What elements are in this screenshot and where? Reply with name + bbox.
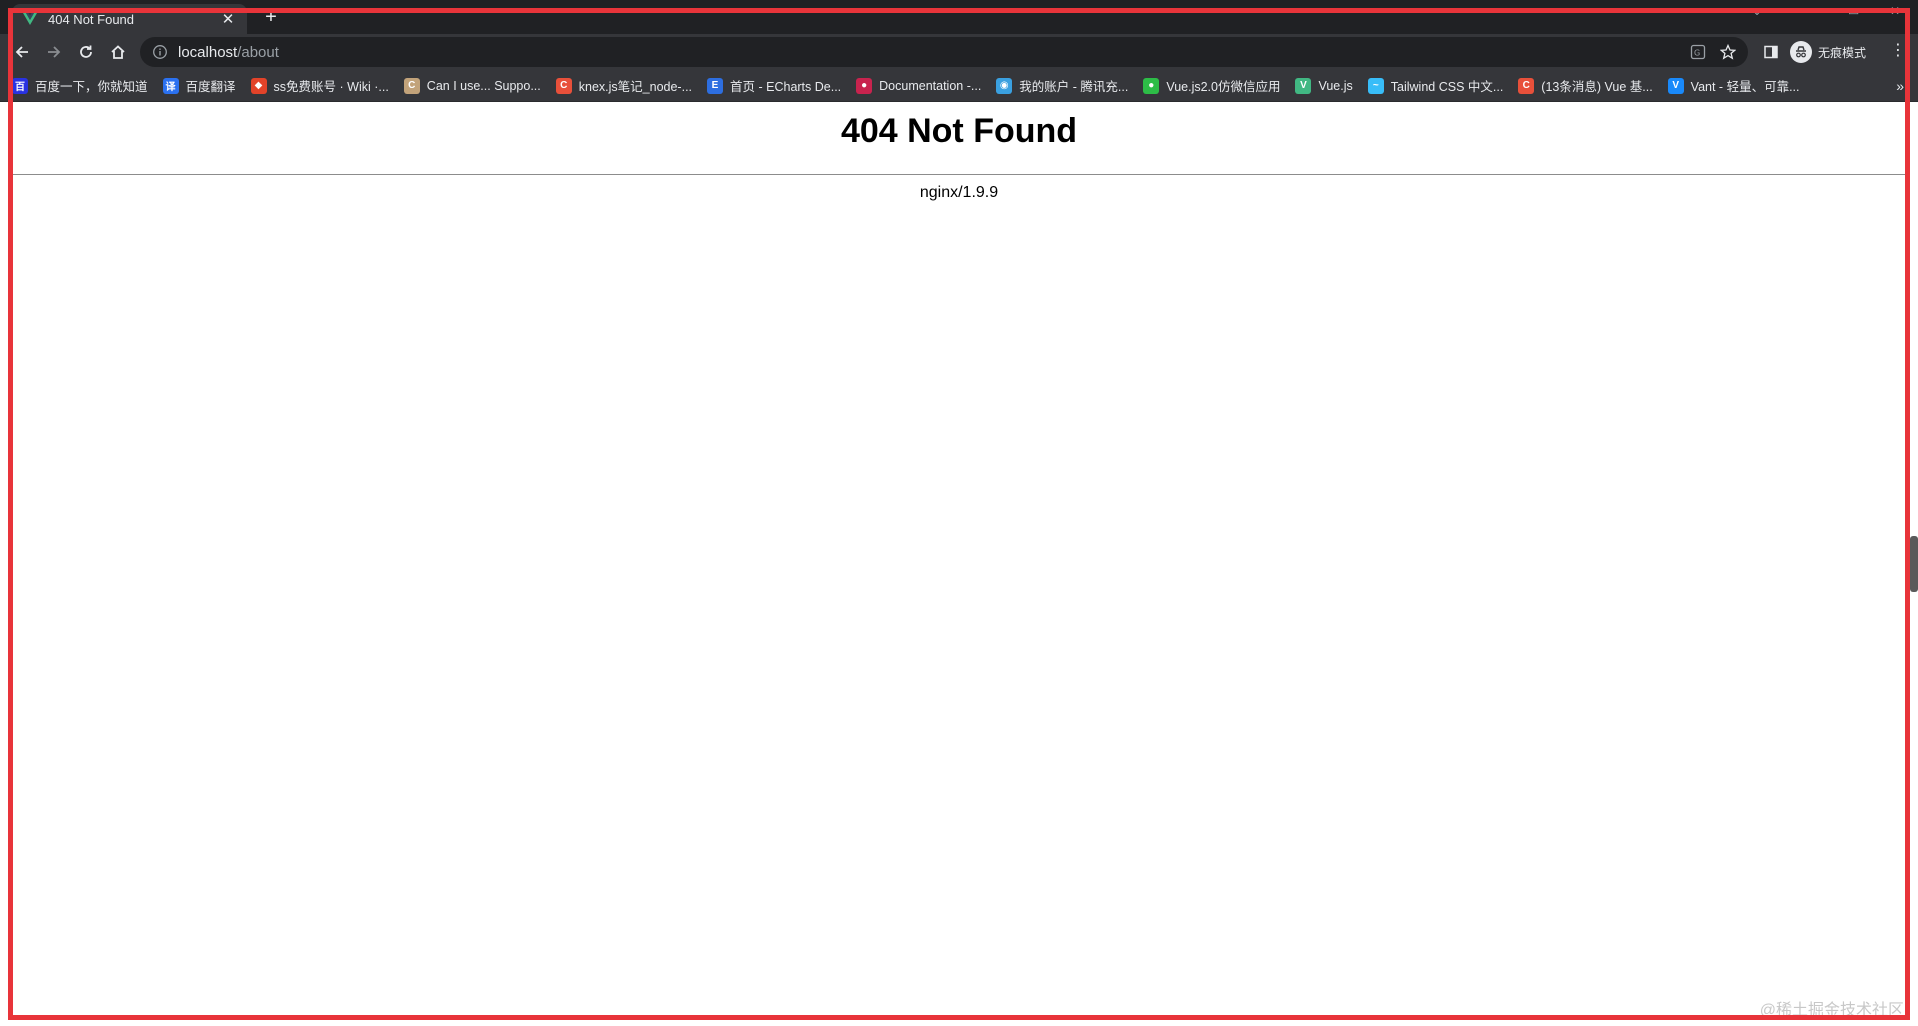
bookmark-label: (13条消息) Vue 基... xyxy=(1541,80,1653,94)
back-button[interactable] xyxy=(8,38,36,66)
reload-button[interactable] xyxy=(72,38,100,66)
server-signature: nginx/1.9.9 xyxy=(919,184,999,201)
bookmark-favicon-icon: C xyxy=(555,77,572,94)
bookmark-label: 百度一下，你就知道 xyxy=(35,80,148,94)
page-title: 404 Not Found xyxy=(840,112,1078,150)
site-info-icon[interactable] xyxy=(152,44,168,60)
forward-button[interactable] xyxy=(40,38,68,66)
bookmark-label: knex.js笔记_node-... xyxy=(578,80,693,94)
bookmark-item[interactable]: 译百度翻译 xyxy=(162,76,236,95)
bookmarks-overflow-icon[interactable]: » xyxy=(1896,78,1904,94)
bookmark-item[interactable]: ~ Tailwind CSS 中文... xyxy=(1367,76,1504,95)
bookmark-item[interactable]: ◉ 我的账户 - 腾讯充... xyxy=(996,76,1128,95)
browser-toolbar: localhost/about G 无痕模式 ⋮ xyxy=(0,34,1918,70)
home-icon xyxy=(111,45,125,59)
side-panel-icon xyxy=(1764,45,1778,59)
reload-icon xyxy=(80,45,92,58)
browser-menu-icon[interactable]: ⋮ xyxy=(1890,40,1906,60)
bookmark-label: 首页 - ECharts De... xyxy=(730,80,842,94)
tab-strip: 404 Not Found ✕ + ⌄ ▭ ✕ xyxy=(0,0,1918,34)
bookmark-label: Tailwind CSS 中文... xyxy=(1390,80,1504,94)
url-path: /about xyxy=(237,43,279,61)
bookmark-label: 我的账户 - 腾讯充... xyxy=(1019,80,1129,94)
bookmark-label: 百度翻译 xyxy=(185,80,236,94)
bookmark-item[interactable]: V Vue.js xyxy=(1295,77,1353,94)
bookmark-label: Can I use... Suppo... xyxy=(426,78,541,93)
page-content: 404 Not Found nginx/1.9.9 xyxy=(0,102,1918,1026)
bookmark-item[interactable]: ◆ ss免费账号 · Wiki ·... xyxy=(250,76,389,95)
tab-active[interactable]: 404 Not Found ✕ xyxy=(12,4,247,34)
forward-arrow-icon xyxy=(48,46,61,58)
bookmark-favicon-icon: ◉ xyxy=(996,77,1013,94)
restore-window-icon[interactable]: ▭ xyxy=(1848,4,1859,18)
browser-window: 404 Not Found ✕ + ⌄ ▭ ✕ localhost/about … xyxy=(0,0,1918,1026)
back-arrow-icon xyxy=(15,46,28,58)
bookmark-item[interactable]: V Vant - 轻量、可靠... xyxy=(1667,76,1800,95)
scrollbar-handle[interactable] xyxy=(1910,536,1918,592)
incognito-profile[interactable]: 无痕模式 xyxy=(1790,38,1866,66)
bookmark-label: ss免费账号 · Wiki ·... xyxy=(273,80,389,94)
bookmark-favicon-icon: E xyxy=(707,77,724,94)
url-host: localhost xyxy=(178,43,238,61)
tab-close-icon[interactable]: ✕ xyxy=(219,10,237,28)
bookmark-favicon-icon: ◆ xyxy=(250,77,267,94)
translate-icon[interactable]: G xyxy=(1690,44,1706,60)
svg-text:G: G xyxy=(1694,49,1700,58)
bookmark-favicon-icon: V xyxy=(1295,77,1312,94)
bookmark-item[interactable]: Cknex.js笔记_node-... xyxy=(555,76,693,95)
side-panel-button[interactable] xyxy=(1757,38,1785,66)
bookmark-favicon-icon: ~ xyxy=(1367,77,1384,94)
address-bar[interactable]: localhost/about G xyxy=(140,37,1748,67)
bookmark-favicon-icon: C xyxy=(1518,77,1535,94)
bookmark-item[interactable]: C (13条消息) Vue 基... xyxy=(1518,76,1653,95)
bookmark-item[interactable]: 百百度一下，你就知道 xyxy=(12,76,148,95)
tab-search-icon[interactable]: ⌄ xyxy=(1752,4,1762,18)
bookmark-label: Vue.js2.0仿微信应用 xyxy=(1166,80,1281,94)
close-window-icon[interactable]: ✕ xyxy=(1890,4,1900,18)
incognito-icon xyxy=(1790,41,1812,63)
bookmark-item[interactable]: E 首页 - ECharts De... xyxy=(707,76,841,95)
bookmark-label: Vant - 轻量、可靠... xyxy=(1690,80,1800,94)
bookmark-favicon-icon: 百 xyxy=(12,77,28,94)
bookmarks-bar: 百百度一下，你就知道译百度翻译 ◆ ss免费账号 · Wiki ·... C Can I… xyxy=(0,70,1918,102)
bookmark-favicon-icon: ● xyxy=(1143,77,1160,94)
bookmark-item[interactable]: ● Vue.js2.0仿微信应用 xyxy=(1143,76,1280,95)
tab-title: 404 Not Found xyxy=(48,11,135,27)
new-tab-button[interactable]: + xyxy=(260,6,282,28)
home-button[interactable] xyxy=(104,38,132,66)
bookmark-label: Vue.js xyxy=(1318,78,1353,93)
bookmark-star-icon[interactable] xyxy=(1720,44,1736,60)
bookmark-favicon-icon: 译 xyxy=(162,77,179,94)
watermark: @稀土掘金技术社区 xyxy=(1759,1002,1904,1019)
bookmark-item[interactable]: ● Documentation -... xyxy=(856,77,982,94)
bookmark-favicon-icon: V xyxy=(1667,77,1684,94)
vue-favicon-icon xyxy=(22,11,38,27)
profile-label: 无痕模式 xyxy=(1818,45,1867,60)
bookmark-label: Documentation -... xyxy=(879,78,982,93)
bookmark-item[interactable]: C Can I use... Suppo... xyxy=(403,77,541,94)
address-bar-actions: G xyxy=(1690,44,1736,60)
bookmark-favicon-icon: ● xyxy=(856,77,873,94)
bookmark-favicon-icon: C xyxy=(403,77,420,94)
divider xyxy=(12,174,1906,175)
